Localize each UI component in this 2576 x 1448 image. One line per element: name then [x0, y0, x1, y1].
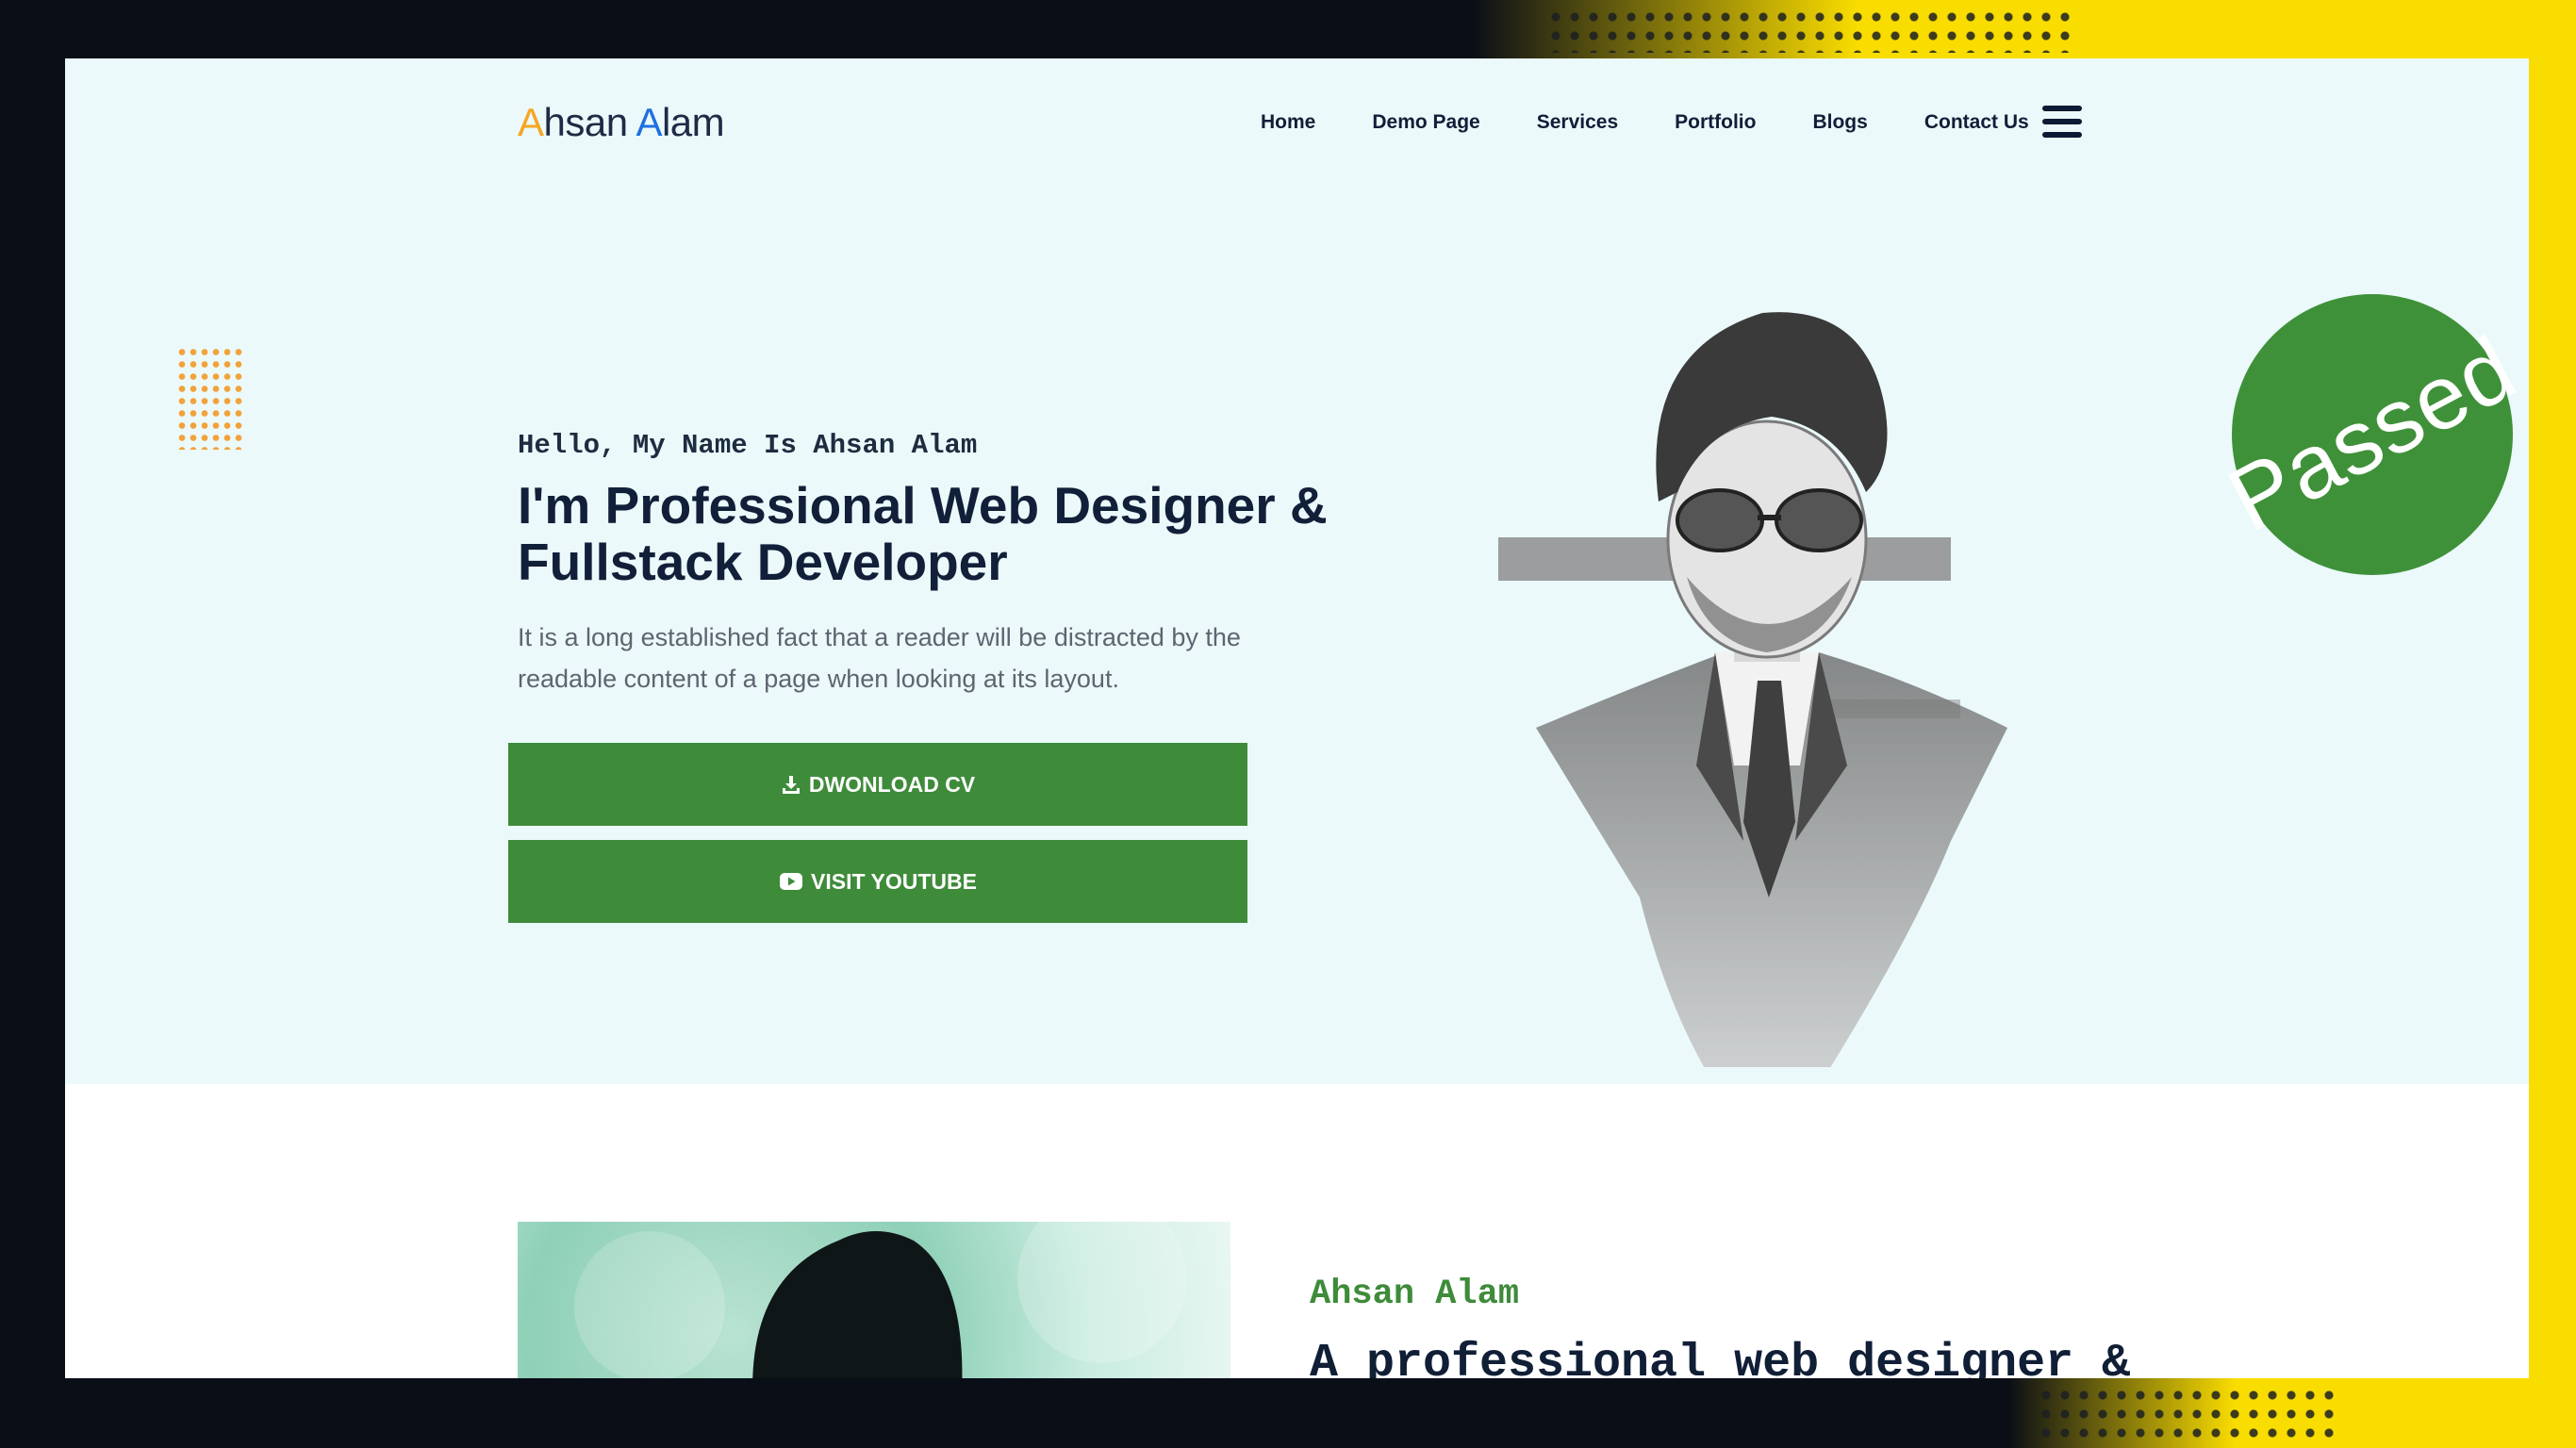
nav-contact-us[interactable]: Contact Us	[1924, 111, 2029, 134]
frame-yellow-right	[2529, 0, 2576, 1448]
download-cv-button[interactable]: DWONLOAD CV	[508, 743, 1247, 826]
website-page: Ahsan Alam Home Demo Page Services Portf…	[65, 58, 2529, 1378]
main-nav: Home Demo Page Services Portfolio Blogs …	[1261, 111, 2029, 134]
hero-section: Ahsan Alam Home Demo Page Services Portf…	[65, 58, 2529, 1084]
nav-portfolio[interactable]: Portfolio	[1675, 111, 1756, 134]
portrait-sketch	[1498, 312, 2007, 1067]
site-logo[interactable]: Ahsan Alam	[518, 100, 725, 145]
about-photo	[518, 1222, 1230, 1378]
nav-services[interactable]: Services	[1537, 111, 1618, 134]
decorative-dot-grid	[176, 346, 244, 450]
frame-dots-top	[1546, 8, 2074, 53]
frame-dots-bottom	[2037, 1386, 2338, 1442]
hero-greeting: Hello, My Name Is Ahsan Alam	[518, 430, 978, 461]
hero-headline: I'm Professional Web Designer & Fullstac…	[518, 476, 1328, 591]
about-title: A professional web designer &	[1310, 1337, 2131, 1378]
visit-youtube-button[interactable]: VISIT YOUTUBE	[508, 840, 1247, 923]
download-icon	[781, 774, 801, 795]
nav-blogs[interactable]: Blogs	[1812, 111, 1867, 134]
nav-demo-page[interactable]: Demo Page	[1372, 111, 1479, 134]
youtube-icon	[779, 872, 803, 891]
hero-description: It is a long established fact that a rea…	[518, 623, 1241, 693]
hamburger-menu-icon[interactable]	[2042, 104, 2082, 140]
about-name: Ahsan Alam	[1310, 1275, 1520, 1314]
passed-stamp: Passed	[2213, 294, 2529, 575]
nav-home[interactable]: Home	[1261, 111, 1315, 134]
